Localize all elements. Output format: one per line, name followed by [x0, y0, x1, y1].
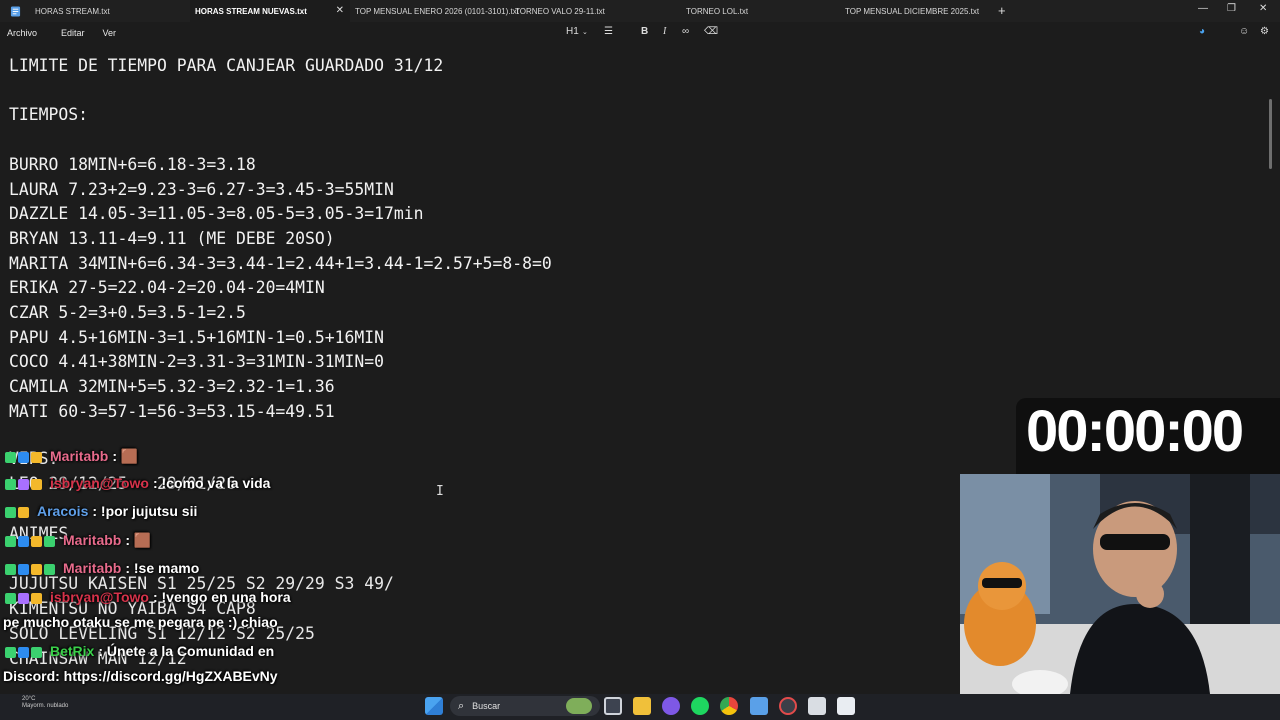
close-tab-icon[interactable]: ✕	[336, 5, 344, 16]
tab-torneo-valo[interactable]: TORNEO VALO 29-11.txt	[510, 0, 670, 22]
editor-line-behind-chat: JUJUTSU KAISEN S1 25/25 S2 29/29 S3 49/	[9, 574, 394, 593]
text-cursor-icon: I	[436, 484, 444, 499]
editor-line: MARITA 34MIN+6=6.34-3=3.44-1=2.44+1=3.44…	[9, 253, 552, 273]
tab-horas-stream[interactable]: HORAS STREAM.txt	[30, 0, 190, 22]
notepad-classic-icon[interactable]	[837, 697, 855, 715]
editor-line: LIMITE DE TIEMPO PARA CANJEAR GUARDADO 3…	[9, 56, 444, 75]
editor-line: CAMILA 32MIN+5=5.32-3=2.32-1=1.36	[9, 377, 335, 397]
calculator-icon[interactable]	[808, 697, 826, 715]
bold-button[interactable]: B	[641, 26, 648, 37]
editor-line-behind-chat: ANIMES	[9, 524, 69, 543]
account-icon[interactable]: ☺	[1239, 26, 1249, 37]
weather-widget[interactable]: 20°C Mayorm. nublado	[22, 696, 68, 710]
turtle-widget-icon[interactable]	[566, 698, 592, 714]
italic-button[interactable]: I	[663, 26, 666, 37]
file-explorer-icon[interactable]	[633, 697, 651, 715]
editor-line-behind-chat: CHAINSAW MAN 12/12	[9, 649, 187, 668]
minimize-button[interactable]: —	[1198, 3, 1208, 14]
notepad-taskbar-icon[interactable]	[750, 697, 768, 715]
new-tab-button[interactable]: +	[998, 3, 1006, 18]
editor-line: PAPU 4.5+16MIN-3=1.5+16MIN-1=0.5+16MIN	[9, 327, 384, 347]
tab-bar: HORAS STREAM.txt HORAS STREAM NUEVAS.txt…	[0, 0, 1280, 22]
editor-line: BRYAN 13.11-4=9.11 (ME DEBE 20SO)	[9, 228, 335, 248]
editor-line: DAZZLE 14.05-3=11.05-3=8.05-5=3.05-3=17m…	[9, 204, 424, 224]
menu-editar[interactable]: Editar	[54, 28, 92, 38]
heading-dropdown[interactable]: H1	[566, 26, 579, 37]
task-view-icon[interactable]	[604, 697, 622, 715]
editor-line: MATI 60-3=57-1=56-3=53.15-4=49.51	[9, 401, 335, 421]
search-icon: ⌕	[458, 699, 465, 712]
menu-ver[interactable]: Ver	[96, 28, 124, 38]
scrollbar[interactable]	[1269, 99, 1272, 169]
close-window-button[interactable]: ✕	[1259, 3, 1267, 14]
editor-line: ERIKA 27-5=22.04-2=20.04-20=4MIN	[9, 278, 325, 298]
tab-top-mensual-enero[interactable]: TOP MENSUAL ENERO 2026 (0101-3101).txt	[350, 0, 519, 22]
list-icon[interactable]: ☰	[604, 26, 613, 37]
chevron-down-icon: ⌄	[582, 29, 588, 36]
editor-line: CZAR 5-2=3+0.5=3.5-1=2.5	[9, 303, 246, 322]
editor-line-behind-chat: SOLO LEVELING S1 12/12 S2 25/25	[9, 624, 315, 643]
tab-torneo-lol[interactable]: TORNEO LOL.txt	[670, 0, 830, 22]
obs-icon[interactable]	[779, 697, 797, 715]
menu-bar: Archivo Editar Ver	[0, 22, 1280, 44]
editor-line: TIEMPOS:	[9, 105, 88, 125]
editor-line-behind-chat: LEO 29/12/25 - 29/01/26	[9, 474, 236, 493]
maximize-button[interactable]: ❐	[1227, 3, 1236, 14]
editor-line: LAURA 7.23+2=9.23-3=6.27-3=3.45-3=55MIN	[9, 179, 394, 199]
notepad-app-icon	[0, 0, 30, 22]
chrome-icon[interactable]	[720, 697, 738, 715]
copilot-icon[interactable]: ◕	[1199, 26, 1205, 37]
clear-format-icon[interactable]: ⌫	[704, 26, 718, 37]
editor-line-behind-chat: KIMENTSU NO YAIBA S4 CAP8	[9, 599, 256, 618]
settings-gear-icon[interactable]: ⚙	[1260, 26, 1269, 37]
menu-archivo[interactable]: Archivo	[0, 28, 44, 38]
discord-icon[interactable]	[662, 697, 680, 715]
tab-horas-stream-nuevas[interactable]: HORAS STREAM NUEVAS.txt ✕	[190, 0, 350, 22]
stream-timer: 00:00:00	[1026, 399, 1244, 464]
spotify-icon[interactable]	[691, 697, 709, 715]
editor-line: COCO 4.41+38MIN-2=3.31-3=31MIN-31MIN=0	[9, 352, 384, 372]
start-icon[interactable]	[425, 697, 443, 715]
editor-line: BURRO 18MIN+6=6.18-3=3.18	[9, 154, 256, 174]
tab-top-mensual-diciembre[interactable]: TOP MENSUAL DICIEMBRE 2025.txt	[830, 0, 990, 22]
editor-line-behind-chat: VIPS:	[9, 449, 59, 468]
link-icon[interactable]: ∞	[682, 26, 689, 37]
webcam-feed	[960, 474, 1280, 694]
